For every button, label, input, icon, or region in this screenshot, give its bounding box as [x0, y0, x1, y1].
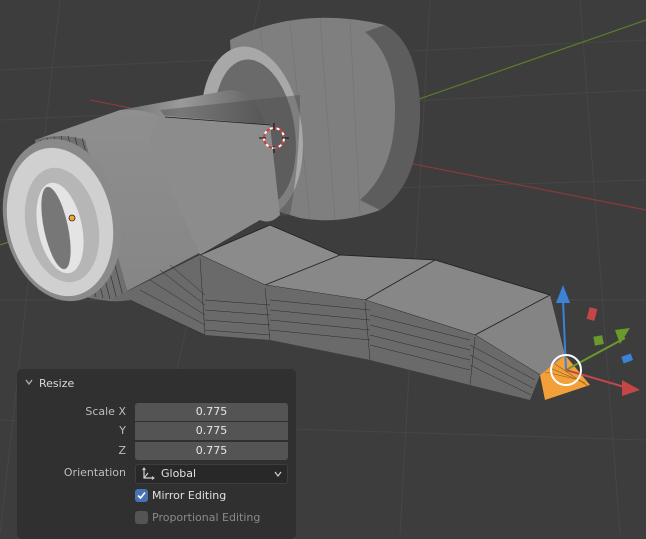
panel-header[interactable]: Resize [25, 377, 74, 391]
scale-z-label: Z [118, 444, 126, 457]
scale-x-label: Scale X [85, 405, 126, 418]
scale-y-field[interactable]: 0.775 [135, 422, 288, 440]
resize-operator-panel: Resize Scale X 0.775 Y 0.775 Z 0.775 Ori… [17, 369, 296, 539]
mirror-editing-label[interactable]: Mirror Editing [152, 489, 226, 503]
scale-x-field[interactable]: 0.775 [135, 403, 288, 421]
global-orientation-icon [142, 467, 155, 480]
scale-y-label: Y [119, 424, 126, 437]
checkmark-icon [137, 491, 146, 500]
orientation-dropdown[interactable]: Global [135, 464, 288, 484]
orientation-value: Global [161, 467, 197, 480]
orientation-label: Orientation [63, 466, 126, 479]
proportional-editing-label[interactable]: Proportional Editing [152, 511, 260, 525]
panel-title: Resize [39, 377, 75, 390]
chevron-down-icon[interactable] [25, 378, 33, 386]
mirror-editing-checkbox[interactable] [135, 489, 148, 502]
proportional-editing-checkbox[interactable] [135, 511, 148, 524]
scale-z-field[interactable]: 0.775 [135, 442, 288, 460]
chevron-down-icon [274, 471, 282, 477]
origin-dot-icon [68, 214, 76, 222]
